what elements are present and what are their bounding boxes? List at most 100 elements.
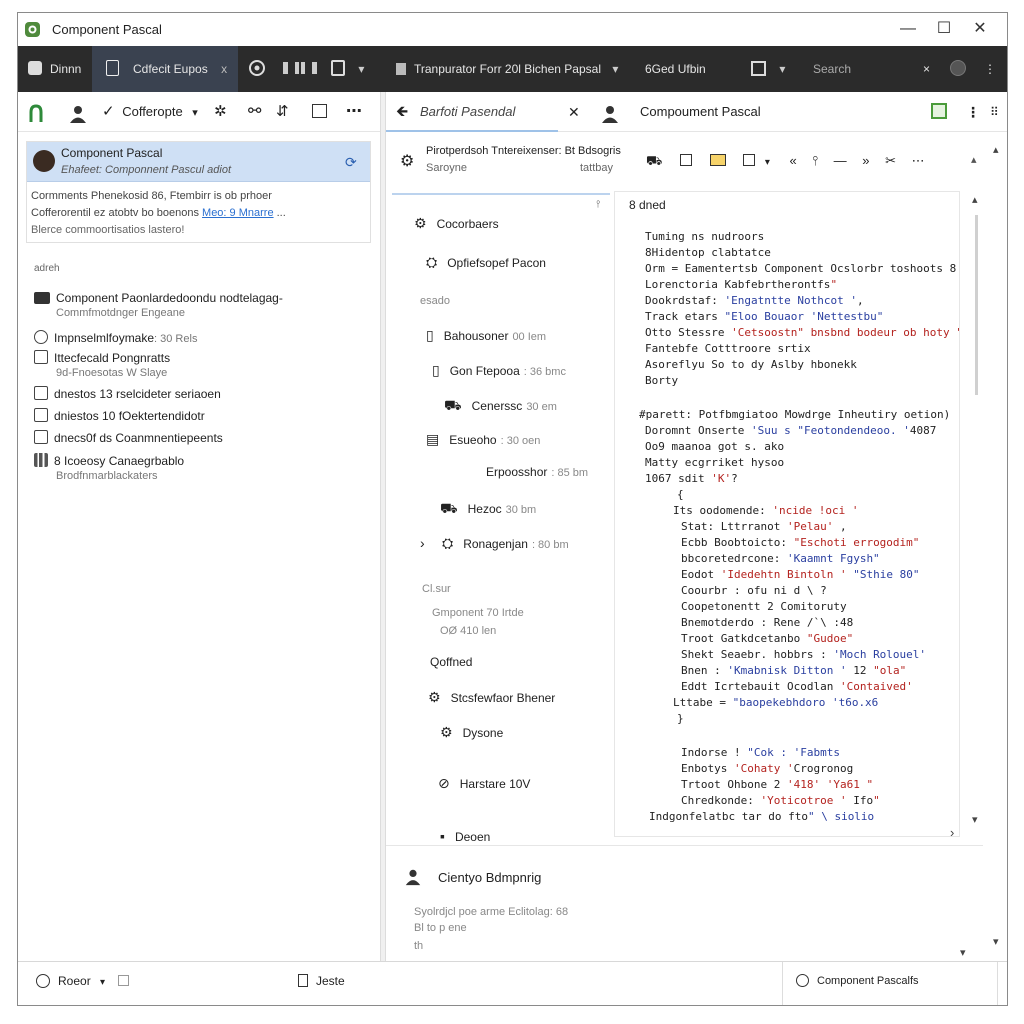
- code-line: Enbotys 'Cohaty 'Crogronog: [681, 762, 854, 775]
- commit-dropdown[interactable]: ✓ Cofferopte ▾: [102, 100, 198, 124]
- tree-node[interactable]: ⚙ Cocorbaers: [414, 215, 499, 232]
- project-selector[interactable]: Tranpurator Forr 20l Bichen Papsal ▾: [396, 46, 618, 92]
- document-icon[interactable]: ▾: [331, 46, 364, 92]
- scroll-down-arrow-icon[interactable]: ▾: [972, 813, 978, 826]
- panel-icon[interactable]: ▾: [751, 46, 785, 92]
- tab-component-pascal[interactable]: Compoument Pascal: [640, 100, 761, 124]
- checkbox-icon[interactable]: [743, 154, 756, 166]
- link-icon[interactable]: ⚯: [248, 100, 261, 124]
- tree-top-border: [392, 193, 610, 195]
- user-icon: [405, 869, 421, 886]
- tree-node[interactable]: ⛟ Hezoc 30 bm: [440, 500, 536, 519]
- toolbar-tab-eupos[interactable]: Cdfecit Eupos x: [106, 46, 227, 92]
- list-item[interactable]: Impnselmlfoymake: 30 Rels: [34, 330, 197, 345]
- code-editor[interactable]: 8 dned Tuming ns nudroors 8Hidentop clabt…: [614, 191, 960, 837]
- gear-icon[interactable]: ✲: [214, 100, 227, 124]
- scroll-thumb[interactable]: [975, 215, 978, 395]
- tree-node[interactable]: Erpoosshor: 85 bm: [486, 465, 588, 479]
- status-branch[interactable]: Roeor ▾: [36, 974, 130, 988]
- tree-node[interactable]: ⚙ Stcsfewfaor Bhener: [428, 689, 555, 706]
- window-icon[interactable]: [312, 100, 327, 124]
- list-item[interactable]: Component Paonlardedoondu nodtelagag- Co…: [34, 291, 283, 319]
- tree-node[interactable]: Qoffned: [430, 655, 472, 669]
- calendar-icon[interactable]: [679, 154, 692, 166]
- forward-icon[interactable]: »: [862, 153, 869, 168]
- pin-icon[interactable]: ⫯: [812, 153, 818, 168]
- kebab-menu-icon[interactable]: ⋮: [966, 100, 980, 124]
- panel-expand-icon[interactable]: ▴: [993, 143, 999, 156]
- tree-node[interactable]: ▤ Esueoho: 30 oen: [426, 431, 540, 448]
- list-item[interactable]: dnestos 13 rselcideter seriaoen: [34, 386, 221, 401]
- status-right[interactable]: Component Pascalfs: [796, 974, 919, 987]
- overflow-icon[interactable]: ⋯: [346, 100, 362, 124]
- panel-collapse-icon[interactable]: ▾: [993, 935, 999, 948]
- scroll-up-arrow-icon[interactable]: ▴: [972, 193, 978, 206]
- grid-icon[interactable]: [283, 46, 317, 92]
- monitor-icon: [34, 292, 50, 304]
- image-icon[interactable]: [709, 154, 726, 166]
- tab-close-icon[interactable]: x: [221, 62, 227, 76]
- pin-icon[interactable]: ⫯: [596, 199, 600, 210]
- layout-grid-icon[interactable]: ⠿: [990, 100, 999, 124]
- tree-node[interactable]: Gmponent 70 Irtde: [432, 605, 524, 619]
- rewind-icon[interactable]: «: [790, 153, 797, 168]
- chevron-down-icon[interactable]: ▾: [765, 157, 770, 168]
- tree-node[interactable]: ⛭ Ronagenjan: 80 bm: [442, 535, 569, 552]
- tree-node[interactable]: ▯ Gon Ftepooa: 36 bmc: [432, 362, 566, 379]
- minimize-button[interactable]: —: [888, 18, 928, 40]
- back-arrow-icon[interactable]: 🡸: [396, 100, 408, 124]
- more-menu-icon[interactable]: ⋮: [984, 46, 996, 92]
- settings-icon[interactable]: [248, 46, 266, 92]
- tree-node-label: Harstare 10V: [459, 777, 531, 791]
- panel-splitter[interactable]: [380, 92, 386, 961]
- code-line: Eddt Icrtebauit Ocodlan 'Contaived': [681, 680, 913, 693]
- code-line: Trtoot Ohbone 2 '418' 'Ya61 ": [681, 778, 874, 791]
- card-link[interactable]: Meo: 9 Mnarre: [202, 207, 274, 219]
- tree-node[interactable]: Cl.sur: [422, 581, 451, 595]
- tree-node[interactable]: ⊘ Harstare 10V: [438, 775, 530, 792]
- tree-node[interactable]: ⛭ Opfiefsopef Pacon: [426, 254, 546, 271]
- list-item[interactable]: 8 Icoeosy Canaegrbablo Brodfnmarblackate…: [34, 453, 184, 482]
- grid-icon[interactable]: [118, 975, 130, 986]
- tree-node-meta: : 30 oen: [500, 435, 541, 447]
- vertical-scrollbar[interactable]: ▴ ▾: [968, 191, 986, 831]
- status-middle[interactable]: Jeste: [298, 974, 345, 988]
- maximize-button[interactable]: ☐: [924, 18, 964, 40]
- tree-node[interactable]: ▯ Bahousoner 00 Iem: [426, 327, 546, 344]
- tree-node-label: Cenerssc: [471, 399, 523, 413]
- list-item[interactable]: dniestos 10 fOektertendidotr: [34, 408, 205, 423]
- tree-node[interactable]: ⚙ Dysone: [440, 724, 503, 741]
- scroll-down-icon[interactable]: ▾: [960, 946, 966, 959]
- more-icon[interactable]: ⋯: [912, 153, 925, 168]
- list-item[interactable]: Ittecfecald Pongnratts 9d-Fnoesotas W Sl…: [34, 350, 170, 379]
- code-line: 1067 sdit 'K'?: [645, 472, 738, 485]
- tab-barfoti[interactable]: Barfoti Pasendal: [420, 100, 515, 124]
- tree-node[interactable]: esado: [420, 293, 450, 307]
- list-item[interactable]: dnecs0f ds Coanmnentiepeents: [34, 430, 223, 445]
- expand-chevron-icon[interactable]: ›: [420, 535, 425, 551]
- tree-node[interactable]: OØ 410 len: [440, 623, 496, 637]
- tab-close-button[interactable]: ✕: [568, 100, 580, 124]
- project-label: Tranpurator Forr 20l Bichen Papsal: [414, 62, 601, 76]
- branch-icon[interactable]: [28, 102, 44, 126]
- user-icon[interactable]: [68, 102, 88, 126]
- tree-node-meta: : 85 bm: [551, 467, 589, 479]
- close-window-button[interactable]: ✕: [960, 18, 1000, 40]
- tools-icon[interactable]: ✂: [885, 153, 896, 168]
- scroll-up-icon[interactable]: ▴: [971, 153, 977, 166]
- merge-icon[interactable]: ⇵: [276, 100, 289, 124]
- spreadsheet-icon[interactable]: [931, 100, 947, 124]
- toolbar-item-home[interactable]: Dinnn: [28, 46, 81, 92]
- repository-card[interactable]: Component Pascal Ehafeet: Componnent Pas…: [26, 141, 371, 243]
- list-item-sub: 9d-Fnoesotas W Slaye: [56, 367, 168, 379]
- search-clear-icon[interactable]: ×: [923, 46, 930, 92]
- branch-label[interactable]: 6Ged Ufbin: [645, 46, 706, 92]
- tree-node[interactable]: ⛟ Cenerssc 30 em: [444, 397, 557, 416]
- car-icon[interactable]: ⛟: [646, 153, 662, 168]
- scroll-right-arrow-icon[interactable]: ›: [950, 825, 954, 840]
- account-icon[interactable]: [950, 46, 966, 92]
- tree-node[interactable]: ▪ Deoen: [440, 828, 490, 844]
- icon-row: ⛟ ▾ « ⫯ — » ✂ ⋯: [646, 153, 925, 171]
- sync-icon[interactable]: ⟳: [345, 154, 357, 171]
- minus-icon[interactable]: —: [834, 153, 847, 168]
